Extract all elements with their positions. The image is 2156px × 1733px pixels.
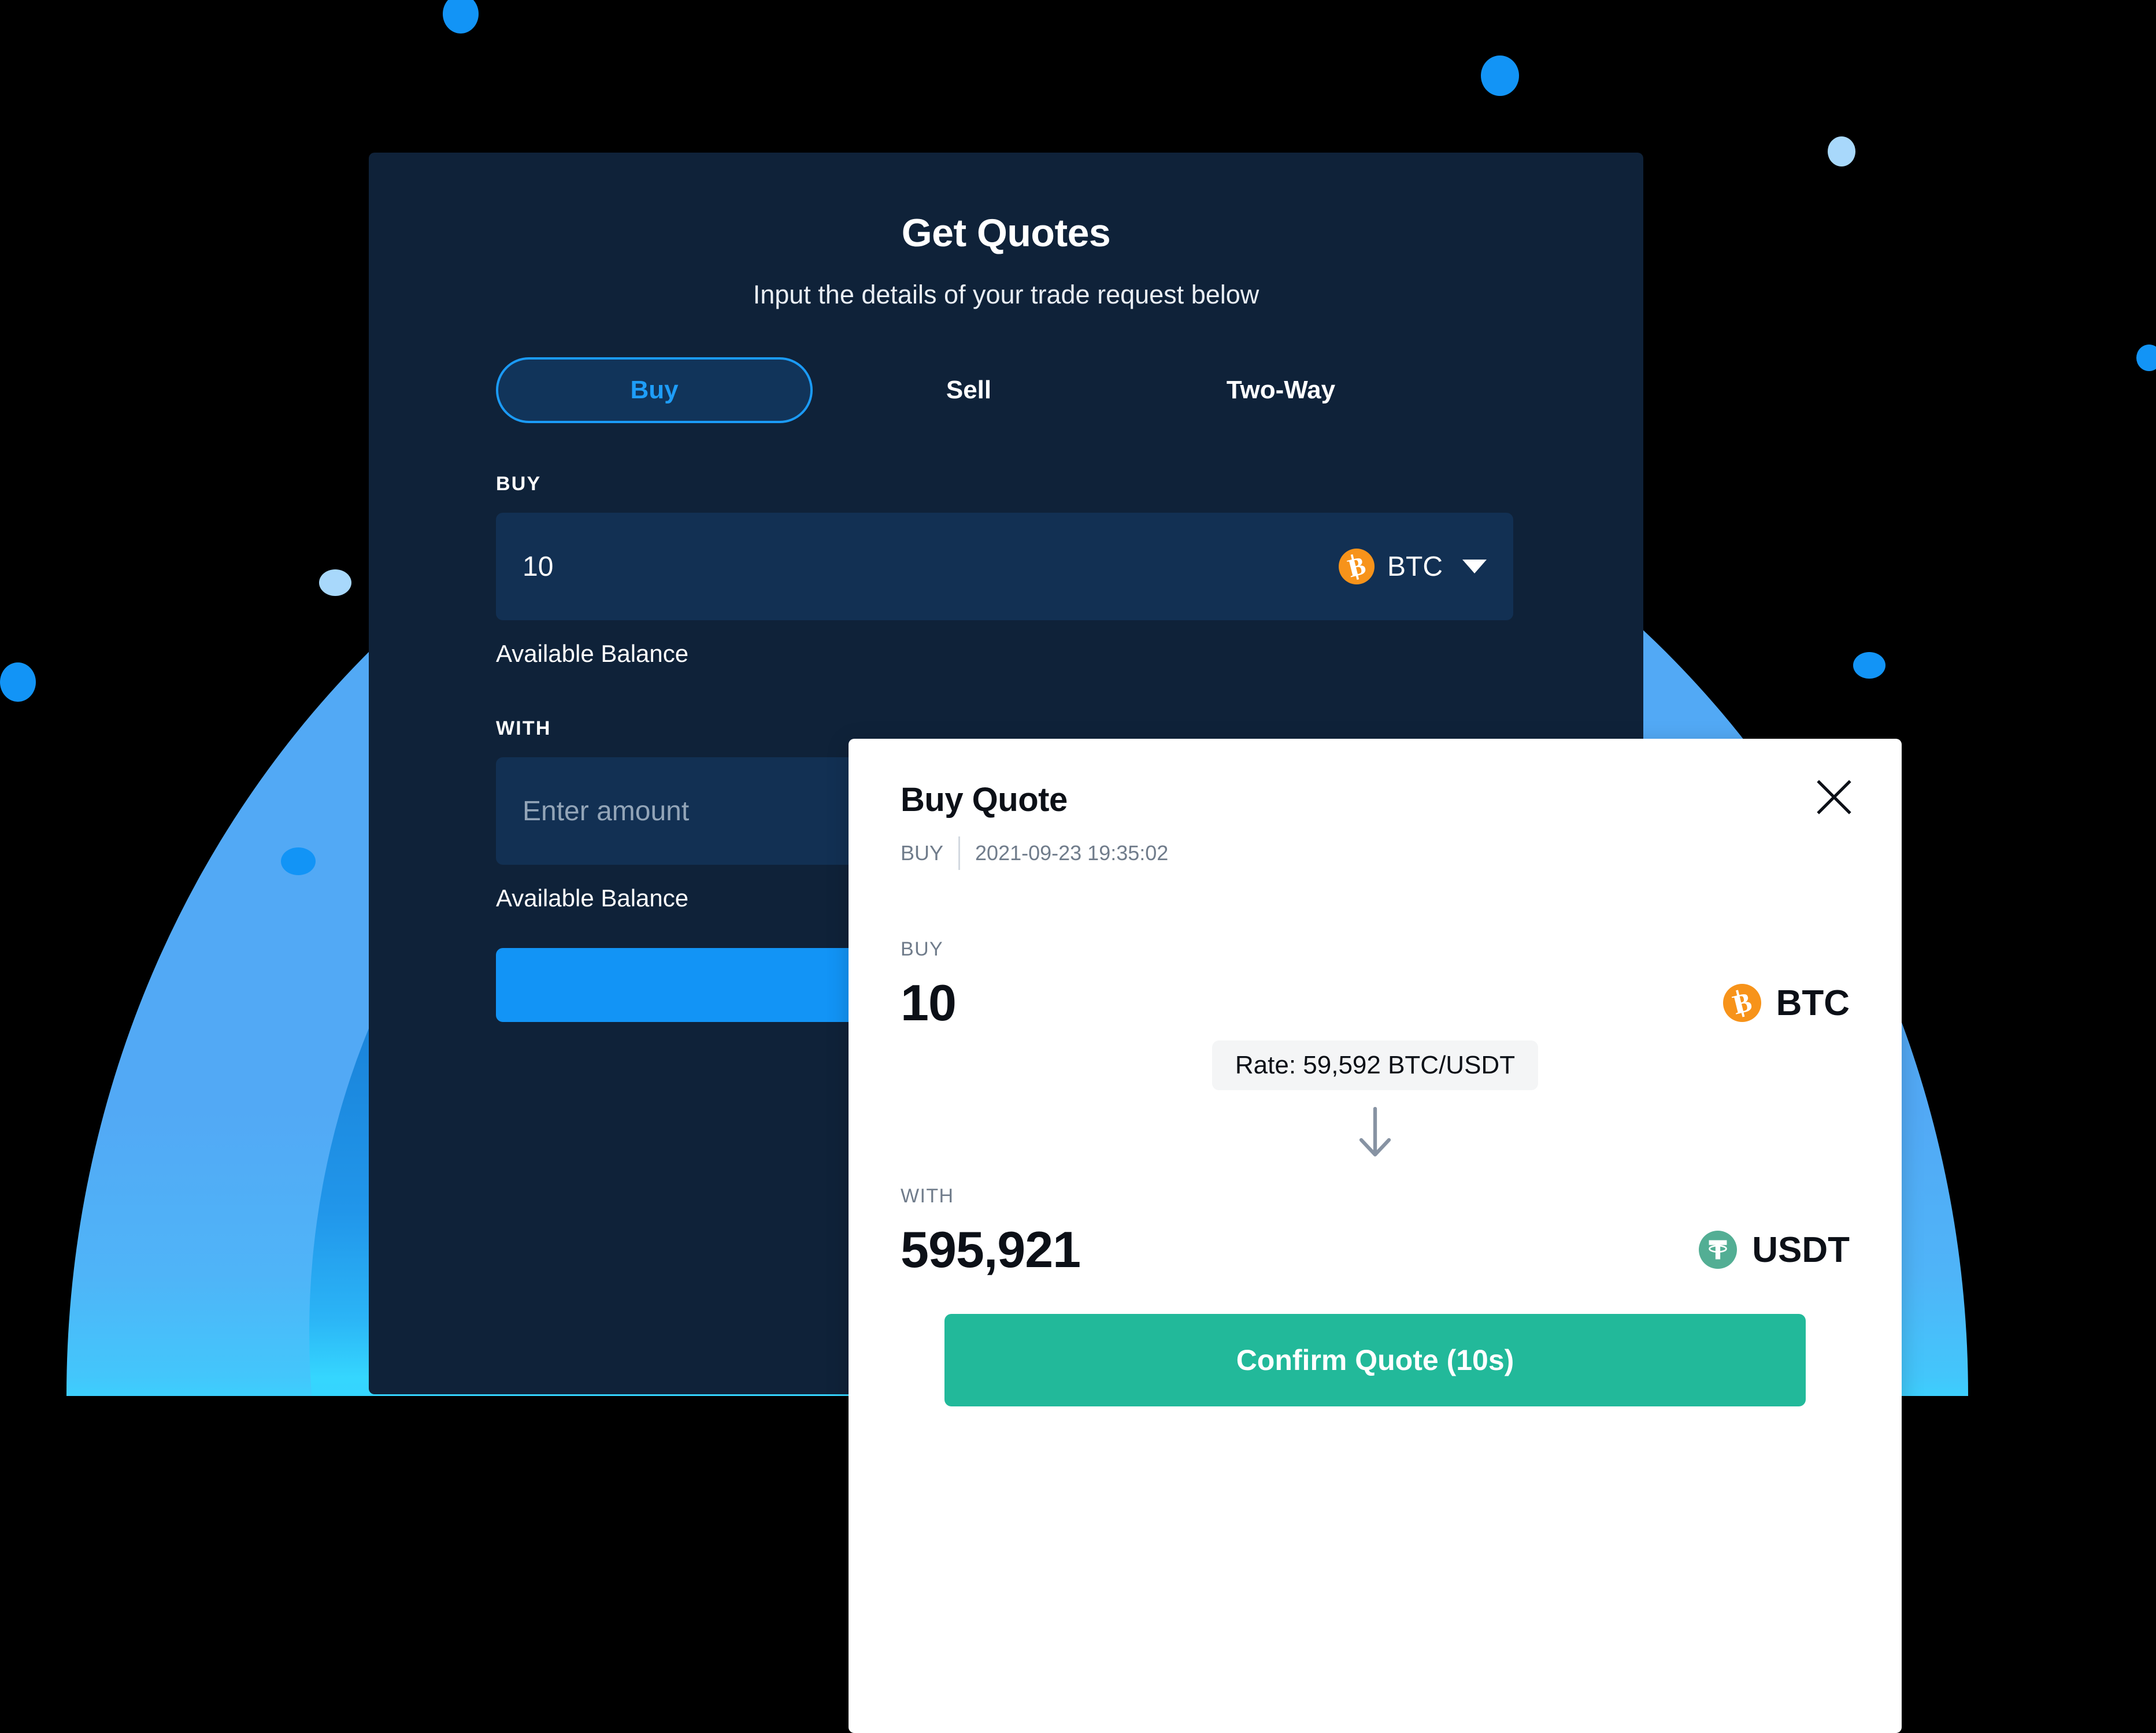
- close-icon: [1817, 780, 1851, 814]
- modal-buy-amount: 10: [901, 974, 957, 1031]
- buy-available-balance-label: Available Balance: [496, 640, 689, 667]
- decorative-dot: [443, 0, 479, 34]
- decorative-dot: [319, 569, 351, 596]
- modal-with-amount: 595,921: [901, 1221, 1081, 1278]
- quote-timestamp: 2021-09-23 19:35:02: [975, 841, 1169, 865]
- modal-with-currency-label: USDT: [1752, 1230, 1850, 1270]
- buy-currency-label: BTC: [1387, 551, 1443, 582]
- chevron-down-icon[interactable]: [1462, 560, 1487, 573]
- modal-buy-currency: B BTC: [1722, 983, 1850, 1024]
- modal-buy-currency-label: BTC: [1776, 983, 1850, 1023]
- modal-buy-label: BUY: [901, 938, 944, 960]
- tab-buy[interactable]: Buy: [496, 357, 813, 423]
- tab-sell[interactable]: Sell: [813, 360, 1125, 421]
- bitcoin-icon: B: [1339, 549, 1375, 584]
- confirm-quote-button[interactable]: Confirm Quote (10s): [944, 1314, 1806, 1406]
- rate-badge: Rate: 59,592 BTC/USDT: [1212, 1040, 1539, 1090]
- conversion-rate-block: Rate: 59,592 BTC/USDT: [849, 1040, 1902, 1161]
- bitcoin-icon: B: [1722, 984, 1761, 1022]
- with-amount-placeholder: Enter amount: [523, 795, 690, 827]
- buy-amount-value: 10: [523, 551, 554, 582]
- buy-field-label: BUY: [496, 473, 542, 495]
- quote-side-badge: BUY: [901, 841, 944, 865]
- meta-divider: [958, 836, 961, 870]
- modal-title: Buy Quote: [901, 781, 1068, 819]
- modal-with-row: 595,921 USDT: [901, 1220, 1850, 1279]
- modal-header: Buy Quote BUY 2021-09-23 19:35:02: [849, 739, 1902, 870]
- tether-icon: [1699, 1231, 1738, 1269]
- modal-with-currency: USDT: [1699, 1230, 1850, 1271]
- decorative-dot: [281, 847, 316, 875]
- buy-currency-selector[interactable]: B BTC: [1339, 549, 1487, 584]
- arrow-down-icon: [1359, 1106, 1391, 1157]
- modal-with-label: WITH: [901, 1185, 954, 1207]
- page-title: Get Quotes: [901, 211, 1111, 255]
- decorative-dot: [1853, 652, 1885, 679]
- decorative-dot: [1481, 55, 1519, 96]
- decorative-dot: [1828, 136, 1855, 166]
- decorative-dot: [0, 662, 36, 702]
- tab-two-way[interactable]: Two-Way: [1125, 360, 1437, 421]
- buy-quote-modal: Buy Quote BUY 2021-09-23 19:35:02 BUY 10…: [849, 739, 1902, 1733]
- modal-buy-section: BUY 10 B BTC: [849, 938, 1902, 1032]
- close-button[interactable]: [1812, 775, 1857, 820]
- modal-meta: BUY 2021-09-23 19:35:02: [901, 836, 1850, 870]
- modal-buy-row: 10 B BTC: [901, 973, 1850, 1032]
- decorative-dot: [2136, 345, 2156, 371]
- page-subtitle: Input the details of your trade request …: [753, 280, 1259, 309]
- buy-amount-field[interactable]: 10 B BTC: [496, 513, 1513, 620]
- trade-mode-tabs: Buy Sell Two-Way: [496, 357, 1490, 423]
- modal-with-section: WITH 595,921 USDT: [849, 1185, 1902, 1279]
- with-field-label: WITH: [496, 717, 551, 739]
